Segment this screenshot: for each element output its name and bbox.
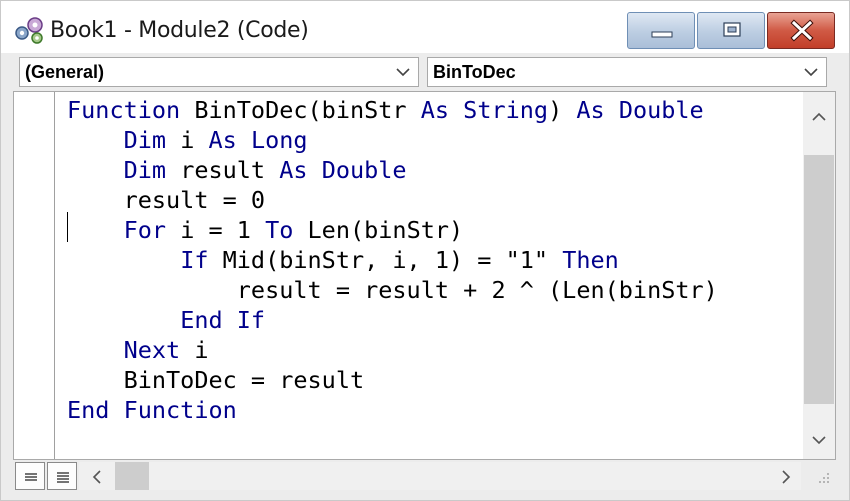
code-keyword: As	[420, 96, 450, 124]
procedure-view-button[interactable]	[15, 462, 45, 490]
code-text: result	[166, 156, 280, 184]
code-text: BinToDec(binStr	[180, 96, 421, 124]
code-keyword: String	[463, 96, 549, 124]
close-button[interactable]	[767, 12, 835, 49]
scroll-left-icon[interactable]	[92, 470, 102, 484]
code-line[interactable]: Dim result As Double	[67, 155, 718, 185]
procedure-view-icon	[25, 473, 37, 481]
vertical-scroll-thumb[interactable]	[804, 155, 834, 404]
code-line[interactable]: If Mid(binStr, i, 1) = "1" Then	[67, 245, 718, 275]
resize-grip-icon[interactable]	[816, 471, 832, 487]
code-text: i	[180, 336, 209, 364]
code-line[interactable]: End If	[67, 305, 718, 335]
code-keyword: For	[123, 216, 167, 244]
code-line[interactable]: BinToDec = result	[67, 365, 718, 395]
code-keyword: Dim	[123, 126, 167, 154]
full-module-view-button[interactable]	[47, 462, 77, 490]
code-line[interactable]: Dim i As Long	[67, 125, 718, 155]
code-keyword: Next	[123, 336, 181, 364]
code-keyword: As	[208, 126, 237, 154]
code-lines: Function BinToDec(binStr As String) As D…	[67, 95, 718, 425]
code-text: )	[548, 96, 577, 124]
code-text: Len(binStr)	[293, 216, 464, 244]
code-keyword: End If	[180, 306, 266, 334]
text-cursor	[67, 212, 68, 242]
code-window: Book1 - Module2 (Code) (General) BinToDe…	[0, 0, 850, 501]
horizontal-scroll-thumb[interactable]	[115, 462, 149, 490]
code-line[interactable]: For i = 1 To Len(binStr)	[67, 215, 718, 245]
code-line[interactable]: result = result + 2 ^ (Len(binStr)	[67, 275, 718, 305]
code-editor[interactable]: Function BinToDec(binStr As String) As D…	[55, 92, 803, 459]
scroll-down-icon[interactable]	[812, 435, 826, 445]
code-keyword: Double	[321, 156, 407, 184]
code-line[interactable]: result = 0	[67, 185, 718, 215]
minimize-icon	[651, 31, 673, 38]
code-text: i	[166, 126, 209, 154]
code-keyword: Then	[562, 246, 619, 274]
code-keyword: Function	[67, 96, 181, 124]
restore-icon	[723, 22, 741, 37]
maximize-button[interactable]	[697, 12, 765, 49]
code-line[interactable]: Next i	[67, 335, 718, 365]
procedure-dropdown-value: BinToDec	[433, 62, 516, 82]
code-keyword: If	[180, 246, 209, 274]
code-line[interactable]: Function BinToDec(binStr As String) As D…	[67, 95, 718, 125]
procedure-dropdown[interactable]: BinToDec	[427, 57, 827, 87]
scroll-right-icon[interactable]	[781, 470, 791, 484]
code-keyword: To	[265, 216, 294, 244]
object-dropdown-value: (General)	[25, 62, 105, 82]
full-module-view-icon	[57, 472, 69, 483]
vertical-scrollbar[interactable]	[803, 92, 835, 459]
object-dropdown[interactable]: (General)	[19, 57, 419, 87]
code-text: BinToDec = result	[67, 366, 365, 394]
code-pane: Function BinToDec(binStr As String) As D…	[13, 91, 836, 460]
code-text: result = result + 2 ^ (Len(binStr)	[67, 276, 718, 304]
code-keyword: Dim	[123, 156, 167, 184]
code-keyword: Double	[618, 96, 704, 124]
chevron-down-icon	[396, 68, 410, 77]
window-title: Book1 - Module2 (Code)	[50, 18, 309, 43]
code-keyword: As	[279, 156, 308, 184]
code-text: result = 0	[67, 186, 266, 214]
title-bar[interactable]: Book1 - Module2 (Code)	[1, 1, 849, 53]
chevron-down-icon	[804, 68, 818, 77]
minimize-button[interactable]	[627, 12, 695, 49]
vba-project-icon	[15, 17, 43, 44]
close-icon	[790, 19, 814, 42]
code-line[interactable]: End Function	[67, 395, 718, 425]
code-keyword: Long	[250, 126, 308, 154]
code-text: i = 1	[166, 216, 266, 244]
margin-indicator-bar[interactable]	[14, 92, 55, 459]
code-keyword: End Function	[67, 396, 237, 424]
code-text: Mid(binStr, i, 1) = "1"	[208, 246, 563, 274]
scroll-up-icon[interactable]	[812, 112, 826, 122]
horizontal-scrollbar[interactable]	[79, 462, 801, 490]
code-keyword: As	[576, 96, 605, 124]
